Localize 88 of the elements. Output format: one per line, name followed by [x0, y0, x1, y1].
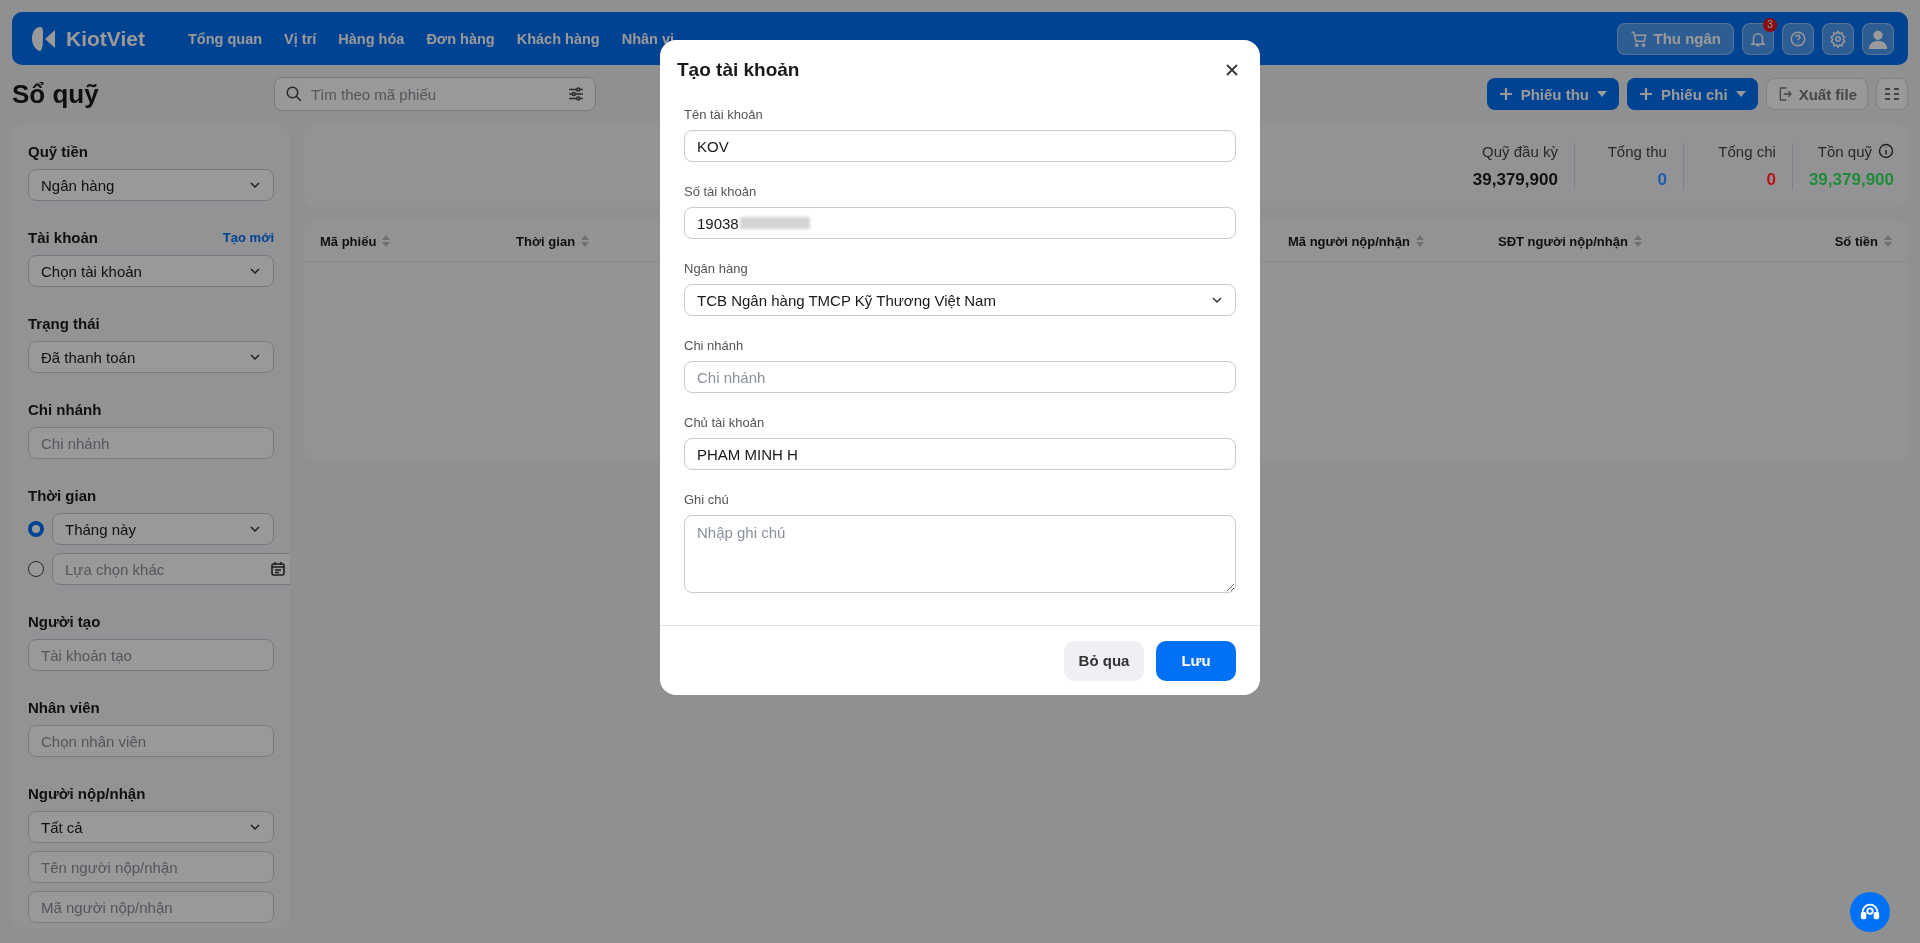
search-icon	[285, 85, 303, 103]
chevron-down-icon	[249, 267, 261, 275]
select-field[interactable]: Tất cả	[28, 811, 274, 843]
field-label: Ghi chú	[684, 492, 730, 508]
nav-link[interactable]: Hàng hóa	[338, 30, 405, 47]
page-title: Sổ quỹ	[12, 78, 100, 110]
select-field[interactable]: Chọn tài khoản	[28, 255, 274, 287]
cart-icon	[1629, 29, 1648, 48]
support-button[interactable]	[1850, 892, 1890, 932]
radio-button[interactable]	[28, 521, 44, 537]
filter-title: Nhân viên	[28, 698, 100, 716]
filter-title: Người nộp/nhận	[28, 784, 146, 802]
input-field[interactable]: Tên người nộp/nhận	[28, 851, 274, 883]
input-field[interactable]: Mã người nộp/nhận	[28, 891, 274, 923]
stat-label: Quỹ đầu kỳ	[1482, 142, 1558, 160]
settings-icon	[1829, 29, 1847, 48]
field-label: Số tài khoản	[684, 184, 758, 200]
save-button[interactable]: Lưu	[1156, 640, 1236, 681]
list-icon	[1884, 86, 1900, 102]
sort-icon	[1415, 235, 1424, 247]
filter-title: Chi nhánh	[28, 400, 102, 418]
select-field[interactable]: Tháng này	[52, 513, 274, 545]
nav-link[interactable]: Đơn hàng	[426, 30, 495, 47]
plus-icon	[1498, 87, 1513, 101]
input-field[interactable]: 19038	[684, 207, 1236, 239]
field-label: Ngân hàng	[684, 261, 749, 277]
export-button[interactable]: Xuất file	[1765, 78, 1868, 110]
stat-value: 39,379,900	[1808, 169, 1894, 190]
notification-badge: 3	[1763, 17, 1777, 32]
caret-icon	[1596, 91, 1607, 97]
column-header[interactable]: Mã người nộp/nhận	[1288, 233, 1498, 249]
note-field[interactable]: Nhập ghi chú	[684, 515, 1236, 593]
info-icon[interactable]	[1878, 143, 1894, 159]
nav-link[interactable]: Vị trí	[284, 30, 317, 47]
stat-label: Tổng thu	[1607, 142, 1667, 160]
stat-label: Tổng chi	[1718, 142, 1776, 160]
search-field[interactable]: Tìm theo mã phiếu	[274, 77, 596, 111]
nav-link[interactable]: Khách hàng	[516, 30, 600, 47]
select-field[interactable]: TCB Ngân hàng TMCP Kỹ Thương Việt Nam	[684, 284, 1236, 316]
stat-value: 39,379,900	[1472, 169, 1558, 190]
input-field[interactable]: PHAM MINH H	[684, 438, 1236, 470]
add-button[interactable]: Phiếu thu	[1486, 78, 1619, 110]
stat-value: 0	[1657, 169, 1667, 190]
calendar-icon	[270, 561, 286, 577]
sort-icon	[382, 235, 391, 247]
select-field[interactable]: Ngân hàng	[28, 169, 274, 201]
stat-label: Tồn quỹ	[1817, 142, 1872, 160]
close-icon[interactable]	[1225, 63, 1239, 77]
dialog-title: Tạo tài khoản	[677, 59, 800, 81]
select-field[interactable]: Đã thanh toán	[28, 341, 274, 373]
filter-title: Người tạo	[28, 612, 101, 630]
input-field[interactable]: Chi nhánh	[28, 427, 274, 459]
filter-title: Thời gian	[28, 486, 97, 504]
filter-title: Trạng thái	[28, 314, 100, 332]
brand-name[interactable]: KiotViet	[66, 26, 145, 51]
sort-icon	[1633, 235, 1642, 247]
help-icon	[1789, 29, 1807, 48]
chevron-down-icon	[249, 525, 261, 533]
field-label: Chủ tài khoản	[684, 415, 766, 431]
chevron-down-icon	[249, 181, 261, 189]
field-label: Tên tài khoản	[684, 107, 764, 123]
cancel-button[interactable]: Bỏ qua	[1064, 640, 1144, 681]
chevron-down-icon	[249, 353, 261, 361]
radio-button[interactable]	[28, 561, 44, 577]
chevron-down-icon	[1211, 296, 1223, 304]
field-label: Chi nhánh	[684, 338, 745, 354]
input-field[interactable]: Tài khoản tạo	[28, 639, 274, 671]
sort-icon	[581, 235, 590, 247]
nav-link[interactable]: Tổng quan	[188, 30, 263, 47]
filter-icon[interactable]	[567, 85, 585, 103]
column-header[interactable]: Mã phiếu	[320, 233, 516, 249]
filter-title: Tài khoản	[28, 228, 98, 246]
input-field[interactable]: Chọn nhân viên	[28, 725, 274, 757]
date-input[interactable]: Lựa chọn khác	[65, 560, 264, 578]
chevron-down-icon	[249, 823, 261, 831]
plus-icon	[1638, 87, 1653, 101]
column-header[interactable]: SĐT người nộp/nhận	[1498, 233, 1798, 249]
add-button[interactable]: Phiếu chi	[1626, 78, 1758, 110]
caret-icon	[1735, 91, 1746, 97]
input-field[interactable]: Chi nhánh	[684, 361, 1236, 393]
column-header[interactable]: Số tiền	[1798, 233, 1892, 249]
filter-title: Quỹ tiền	[28, 142, 88, 160]
search-input[interactable]: Tìm theo mã phiếu	[311, 85, 559, 103]
sort-icon	[1884, 235, 1892, 247]
date-field[interactable]: Lựa chọn khác	[52, 553, 290, 585]
input-field[interactable]: KOV	[684, 130, 1236, 162]
columns-button[interactable]	[1876, 78, 1908, 110]
stat-value: 0	[1766, 169, 1776, 190]
